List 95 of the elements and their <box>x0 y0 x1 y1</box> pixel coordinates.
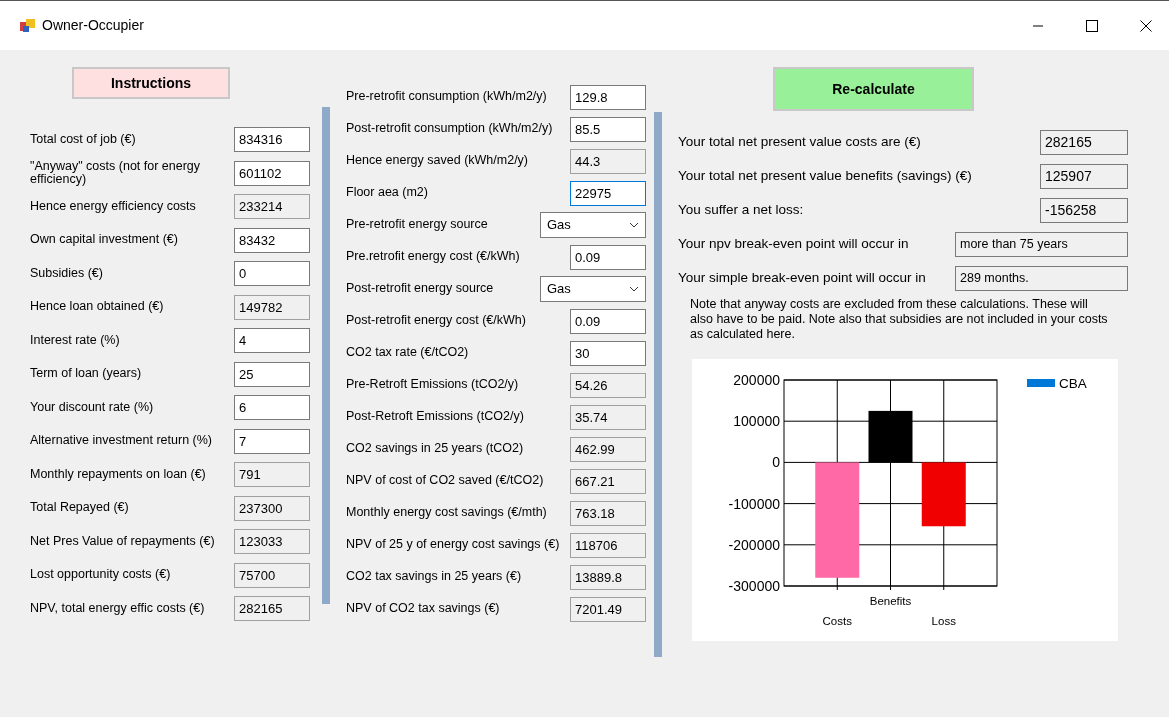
x-tick-label: Benefits <box>869 595 912 607</box>
field-label: Term of loan (years) <box>30 367 142 382</box>
output-field: 75700 <box>234 562 310 588</box>
field-label: NPV of 25 y of energy cost savings (€) <box>346 538 560 552</box>
input-field[interactable]: 30 <box>570 340 646 366</box>
field-label: Pre.retrofit energy cost (€/kWh) <box>346 250 520 264</box>
dropdown[interactable]: Gas <box>540 212 646 238</box>
field-label: Hence loan obtained (€) <box>30 300 164 315</box>
field-label: Monthly repayments on loan (€) <box>30 467 206 482</box>
input-field[interactable]: 129.8 <box>570 84 646 110</box>
input-field[interactable]: 25 <box>234 361 310 387</box>
field-label: NPV of CO2 tax savings (€) <box>346 602 500 616</box>
field-label: Pre-retrofit energy source <box>346 218 488 232</box>
result-label: Your npv break-even point will occur in <box>678 234 909 253</box>
field-label: Hence energy efficiency costs <box>30 199 196 214</box>
field-label: Total Repayed (€) <box>30 501 129 516</box>
output-field: 237300 <box>234 495 310 521</box>
result-label: Your simple break-even point will occur in <box>678 268 926 287</box>
y-tick-label: -100000 <box>728 495 780 512</box>
output-field: 462.99 <box>570 436 646 462</box>
output-field: 289 months. <box>955 265 1128 291</box>
output-field: 44.3 <box>570 148 646 174</box>
field-label: CO2 savings in 25 years (tCO2) <box>346 442 524 456</box>
close-icon <box>1140 19 1152 32</box>
result-label: Your total net present value benefits (savings) (€) <box>678 166 972 185</box>
input-field[interactable]: 85.5 <box>570 116 646 142</box>
field-label: Post-retrofit consumption (kWh/m2/y) <box>346 122 553 136</box>
chart-bar <box>921 462 966 527</box>
input-field[interactable]: 83432 <box>234 227 310 253</box>
x-tick-label: Costs <box>822 615 852 627</box>
input-field[interactable]: 601102 <box>234 160 310 186</box>
output-field: 149782 <box>234 294 310 320</box>
output-field: 282165 <box>234 596 310 622</box>
output-field: 667.21 <box>570 468 646 494</box>
legend-swatch <box>1027 379 1055 387</box>
output-field: 125907 <box>1040 163 1128 189</box>
output-field: 7201.49 <box>570 596 646 622</box>
chevron-down-icon <box>629 286 639 292</box>
window-title: Owner-Occupier <box>42 16 144 35</box>
output-field: 123033 <box>234 529 310 555</box>
output-field: 13889.8 <box>570 564 646 590</box>
field-label: "Anyway" costs (not for energy efficiency) <box>30 159 202 187</box>
field-label: Floor aea (m2) <box>346 186 428 200</box>
note-text: Note that anyway costs are excluded from these calculations. These will also have to be paid. Note also that subsidies are not included in your costs as calculated here. <box>690 297 1109 342</box>
field-label: Your discount rate (%) <box>30 400 154 415</box>
field-label: Post-retrofit energy cost (€/kWh) <box>346 314 526 328</box>
field-label: Subsidies (€) <box>30 266 103 281</box>
output-field: 54.26 <box>570 372 646 398</box>
field-label: Alternative investment return (%) <box>30 434 212 449</box>
output-field: more than 75 years <box>955 231 1128 257</box>
field-label: NPV of cost of CO2 saved (€/tCO2) <box>346 474 544 488</box>
input-field[interactable]: 22975 <box>570 180 646 206</box>
output-field: -156258 <box>1040 197 1128 223</box>
field-label: Post-retrofit energy source <box>346 282 494 296</box>
field-label: Total cost of job (€) <box>30 132 136 147</box>
result-label: Your total net present value costs are (€) <box>678 132 921 151</box>
input-field[interactable]: 4 <box>234 328 310 354</box>
dropdown[interactable]: Gas <box>540 276 646 302</box>
x-tick-label: Loss <box>931 615 956 627</box>
field-label: CO2 tax savings in 25 years (€) <box>346 570 522 584</box>
instructions-button[interactable]: Instructions <box>72 67 230 99</box>
input-field[interactable]: 834316 <box>234 127 310 153</box>
chevron-down-icon <box>629 222 639 228</box>
maximize-icon <box>1086 19 1098 32</box>
field-label: Hence energy saved (kWh/m2/y) <box>346 154 528 168</box>
field-label: Pre-retrofit consumption (kWh/m2/y) <box>346 90 547 104</box>
y-tick-label: 200000 <box>733 372 780 388</box>
y-tick-label: -200000 <box>728 536 780 553</box>
output-field: 35.74 <box>570 404 646 430</box>
output-field: 118706 <box>570 532 646 558</box>
input-field[interactable]: 0.09 <box>570 308 646 334</box>
field-label: Pre-Retroft Emissions (tCO2/y) <box>346 378 519 392</box>
field-label: Post-Retroft Emissions (tCO2/y) <box>346 410 524 424</box>
output-field: 791 <box>234 462 310 488</box>
input-field[interactable]: 7 <box>234 428 310 454</box>
field-label: Own capital investment (€) <box>30 233 178 248</box>
field-label: Interest rate (%) <box>30 333 120 348</box>
y-tick-label: 0 <box>772 454 780 471</box>
legend-label: CBA <box>1059 376 1087 391</box>
output-field: 763.18 <box>570 500 646 526</box>
input-field[interactable]: 6 <box>234 395 310 421</box>
field-label: Monthly energy cost savings (€/mth) <box>346 506 547 520</box>
output-field: 282165 <box>1040 129 1128 155</box>
input-field[interactable]: 0 <box>234 261 310 287</box>
app-icon <box>20 17 36 34</box>
input-field[interactable]: 0.09 <box>570 244 646 270</box>
field-label: NPV, total energy effic costs (€) <box>30 601 205 616</box>
y-tick-label: -300000 <box>728 578 780 594</box>
result-label: You suffer a net loss: <box>678 200 804 219</box>
field-label: Net Pres Value of repayments (€) <box>30 534 215 549</box>
field-label: CO2 tax rate (€/tCO2) <box>346 346 469 360</box>
output-field: 233214 <box>234 194 310 220</box>
field-label: Lost opportunity costs (€) <box>30 568 171 583</box>
y-tick-label: 100000 <box>733 413 780 430</box>
recalculate-button[interactable]: Re-calculate <box>773 67 974 111</box>
